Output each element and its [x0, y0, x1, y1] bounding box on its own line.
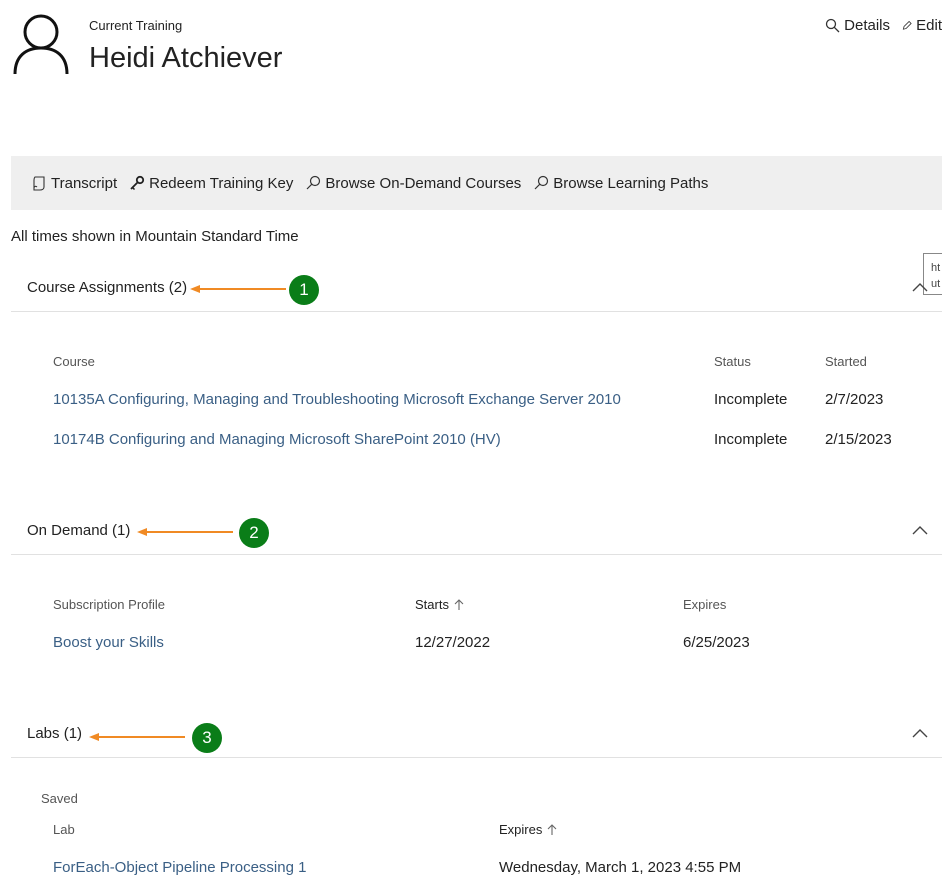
subscription-profile-link[interactable]: Boost your Skills — [53, 634, 164, 651]
annotation-arrow-1 — [190, 285, 286, 293]
starts-column-header[interactable]: Starts — [415, 597, 464, 612]
search-icon — [825, 18, 840, 32]
header-actions: Details Edit — [813, 14, 942, 36]
browse-learning-paths-button[interactable]: Browse Learning Paths — [533, 175, 708, 192]
lab-column-header[interactable]: Lab — [53, 822, 75, 837]
details-button[interactable]: Details — [825, 17, 890, 34]
sort-ascending-icon — [454, 598, 464, 610]
expires-column-header[interactable]: Expires — [683, 597, 726, 612]
saved-label: Saved — [41, 791, 78, 806]
started-column-header[interactable]: Started — [825, 354, 867, 369]
annotation-arrow-3 — [89, 733, 185, 741]
on-demand-start-date: 12/27/2022 — [415, 634, 491, 651]
annotation-arrow-2 — [137, 528, 233, 536]
browse-learning-paths-label: Browse Learning Paths — [553, 174, 709, 192]
details-label: Details — [844, 16, 890, 34]
browse-on-demand-courses-label: Browse On-Demand Courses — [325, 174, 522, 192]
chevron-up-icon[interactable] — [912, 525, 928, 535]
course-started-date: 2/15/2023 — [825, 431, 892, 448]
lab-expire-date: Wednesday, March 1, 2023 4:55 PM — [499, 859, 742, 876]
course-link[interactable]: 10174B Configuring and Managing Microsof… — [53, 431, 501, 448]
sort-ascending-icon — [547, 823, 557, 835]
page-subtitle: Current Training — [89, 18, 183, 33]
page-title: Heidi Atchiever — [89, 42, 283, 74]
starts-column-label: Starts — [415, 597, 449, 612]
course-assignments-title[interactable]: Course Assignments (2) — [27, 279, 187, 296]
redeem-training-key-button[interactable]: Redeem Training Key — [129, 175, 293, 192]
browse-on-demand-courses-button[interactable]: Browse On-Demand Courses — [305, 175, 521, 192]
pencil-icon — [902, 20, 912, 30]
lab-link[interactable]: ForEach-Object Pipeline Processing 1 — [53, 859, 306, 876]
lab-expires-column-label: Expires — [499, 822, 543, 837]
chevron-up-icon[interactable] — [912, 282, 928, 292]
edit-button[interactable]: Edit — [902, 17, 942, 34]
timezone-note: All times shown in Mountain Standard Tim… — [11, 228, 299, 245]
on-demand-expire-date: 6/25/2023 — [683, 634, 750, 651]
annotation-badge-1: 1 — [289, 275, 319, 305]
annotation-badge-2: 2 — [239, 518, 269, 548]
transcript-label: Transcript — [51, 174, 118, 192]
course-started-date: 2/7/2023 — [825, 391, 884, 408]
training-toolbar: Transcript Redeem Training Key Browse On… — [11, 156, 942, 210]
course-assignments-header[interactable]: Course Assignments (2) — [11, 268, 942, 312]
on-demand-title[interactable]: On Demand (1) — [27, 522, 130, 539]
transcript-icon — [33, 176, 45, 191]
edit-label: Edit — [916, 16, 942, 34]
transcript-button[interactable]: Transcript — [31, 175, 117, 192]
subscription-profile-column-header[interactable]: Subscription Profile — [53, 597, 165, 612]
status-column-header[interactable]: Status — [714, 354, 751, 369]
redeem-training-key-label: Redeem Training Key — [149, 174, 294, 192]
user-avatar-icon — [13, 14, 69, 75]
course-link[interactable]: 10135A Configuring, Managing and Trouble… — [53, 391, 621, 408]
search-icon — [534, 175, 549, 190]
course-status: Incomplete — [714, 391, 788, 408]
chevron-up-icon[interactable] — [912, 728, 928, 738]
key-icon — [130, 175, 145, 191]
search-icon — [306, 175, 321, 190]
course-status: Incomplete — [714, 431, 788, 448]
lab-expires-column-header[interactable]: Expires — [499, 822, 557, 837]
course-column-header[interactable]: Course — [53, 354, 95, 369]
labs-title[interactable]: Labs (1) — [27, 725, 82, 742]
annotation-badge-3: 3 — [192, 723, 222, 753]
